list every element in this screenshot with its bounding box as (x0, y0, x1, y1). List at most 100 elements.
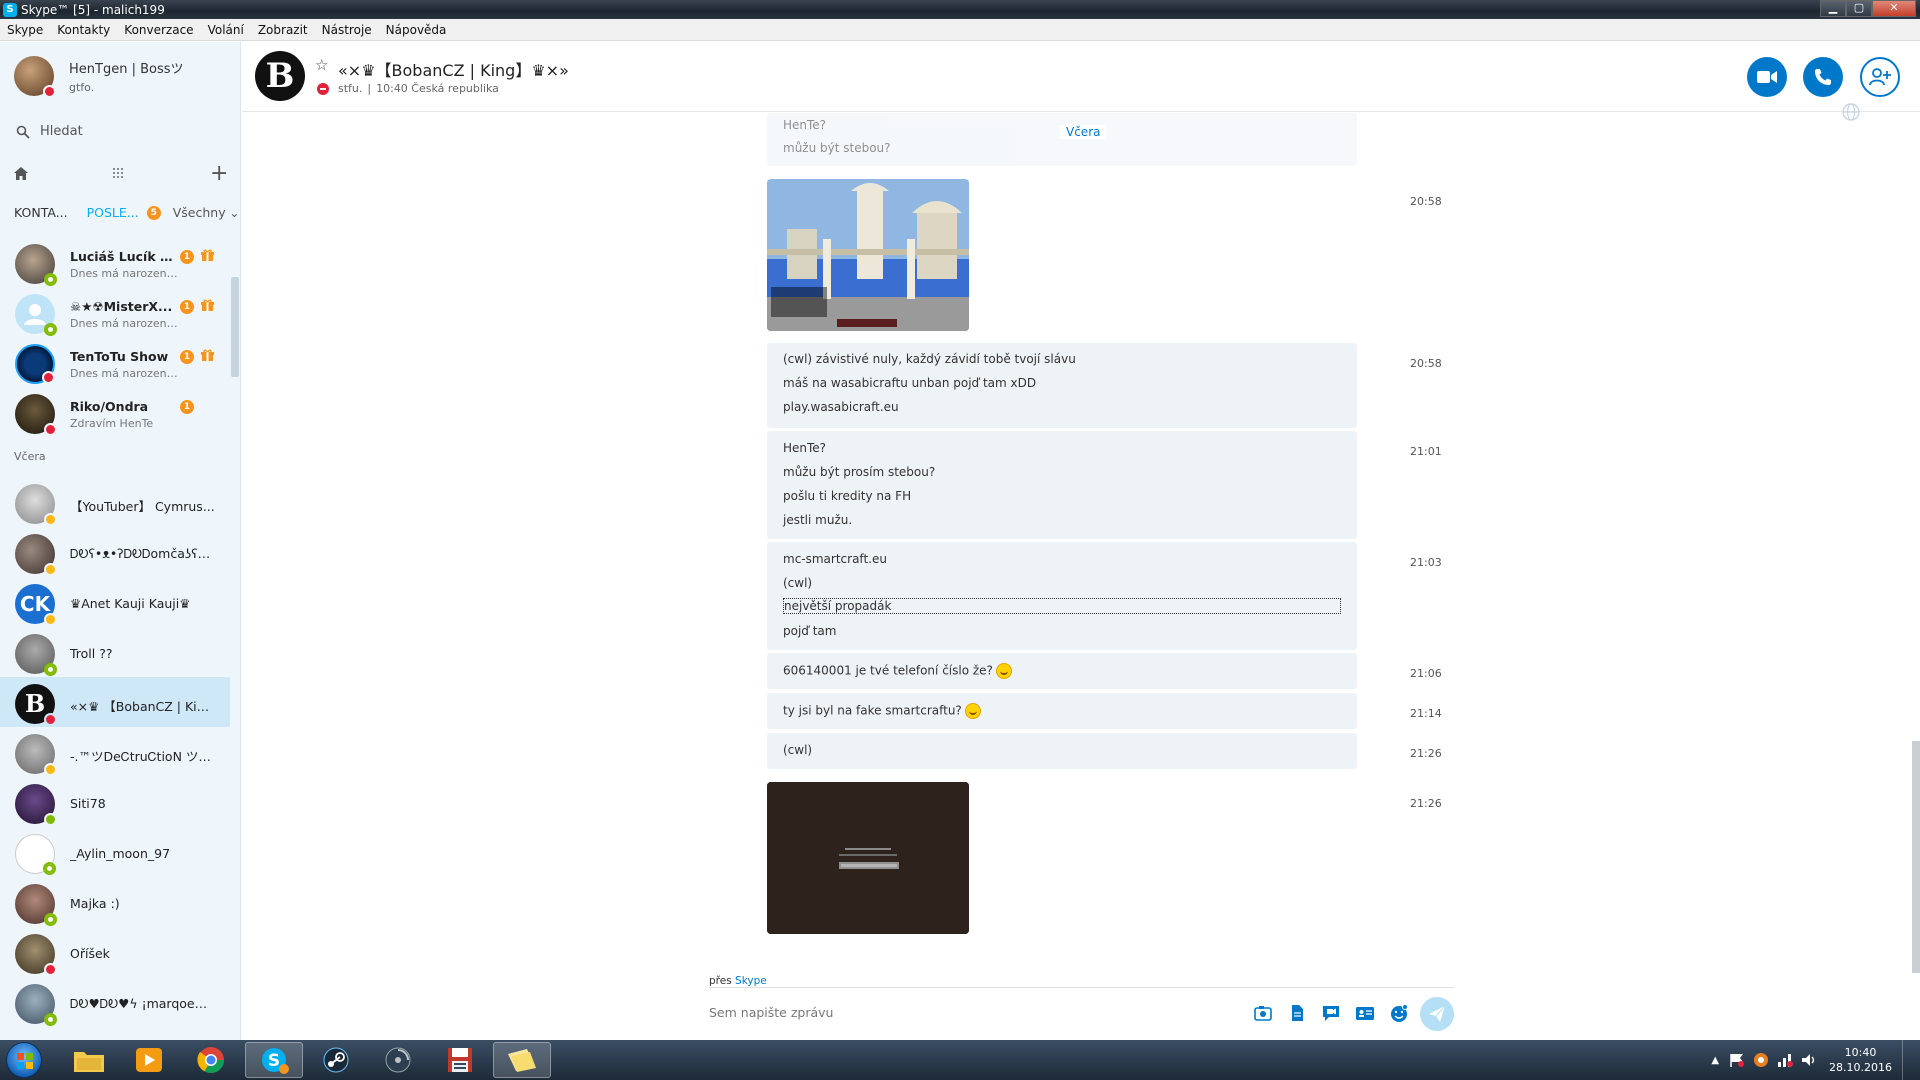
action-center-flag-icon[interactable] (1729, 1053, 1745, 1067)
contact-item[interactable]: Majka :) (0, 877, 230, 927)
search-box[interactable]: Hledat (16, 124, 83, 139)
chat-scrollbar[interactable] (1912, 741, 1920, 973)
message-bubble[interactable]: (cwl) (767, 733, 1357, 769)
skype-link[interactable]: Skype (735, 975, 767, 987)
contact-item[interactable]: TenToTu Show Dnes má narozeni... 1 (0, 337, 230, 387)
image-attachment[interactable] (767, 179, 969, 331)
contact-item[interactable]: Luciáš Lucík D... Dnes má narozeni... 1 (0, 237, 230, 287)
dialpad-icon[interactable] (112, 167, 124, 179)
send-file-icon[interactable] (1287, 1003, 1307, 1023)
contact-item[interactable]: Troll ?? (0, 627, 230, 677)
unread-badge: 1 (180, 300, 194, 314)
filter-dropdown[interactable]: Všechny (173, 205, 240, 220)
taskbar-skype[interactable]: S (245, 1042, 303, 1078)
add-contact-plus-icon[interactable]: + (210, 161, 228, 186)
contact-item[interactable]: -.™ツDeᏟtruᏟtioꓠ ツ℗ᵘᶜᵏ... (0, 727, 230, 777)
contact-mood: stfu. (338, 82, 363, 95)
volume-tray-icon[interactable] (1801, 1052, 1817, 1068)
composer-divider (709, 987, 1454, 988)
message-line: (cwl) závistivé nuly, každý závidí tobě … (783, 352, 1076, 366)
video-call-button[interactable] (1747, 57, 1787, 97)
status-icon (44, 273, 57, 286)
contact-header-avatar[interactable]: B (255, 51, 305, 101)
message-bubble[interactable]: mc-smartcraft.eu (cwl) největší propadák… (767, 542, 1357, 650)
send-photo-icon[interactable] (1253, 1003, 1273, 1023)
contact-header-status: stfu. | 10:40 Česká republika (317, 82, 499, 95)
maximize-button[interactable]: ▢ (1846, 0, 1872, 17)
contact-item[interactable]: ☠★☢MisterX... Dnes má narozeni... 1 (0, 287, 230, 337)
taskbar-steam[interactable] (307, 1042, 365, 1078)
my-display-name: HenTgen | Bossツ (69, 62, 184, 77)
taskbar-media-player[interactable] (120, 1042, 178, 1078)
message-bubble[interactable]: HenTe? můžu být prosím stebou? pošlu ti … (767, 431, 1357, 539)
add-people-button[interactable] (1860, 57, 1900, 97)
message-timestamp: 21:26 (1410, 797, 1442, 810)
show-hidden-icons-icon[interactable]: ▲ (1711, 1055, 1719, 1066)
menu-skype[interactable]: Skype (0, 23, 50, 37)
contact-item[interactable]: 【YouTuber】 Cymrus... (0, 477, 230, 527)
taskbar-app-notes[interactable] (493, 1042, 551, 1078)
message-input[interactable]: Sem napište zprávu (709, 1005, 833, 1020)
contact-avatar (15, 534, 57, 576)
contact-item[interactable]: ᎠᎧ♥ᎠᎧ♥ϟ ¡marqoeϟ♥... (0, 977, 230, 1027)
status-icon (44, 763, 57, 776)
contact-avatar (15, 734, 57, 776)
message-bubble[interactable]: (cwl) závistivé nuly, každý závidí tobě … (767, 343, 1357, 428)
favorite-star-icon[interactable]: ☆ (315, 56, 328, 74)
contact-item[interactable]: Siti78 (0, 777, 230, 827)
menu-conversations[interactable]: Konverzace (117, 23, 200, 37)
menu-help[interactable]: Nápověda (379, 23, 454, 37)
contact-item[interactable]: Riko/Ondra Zdravím HenTe 1 (0, 387, 230, 437)
start-button[interactable] (6, 1042, 42, 1078)
contact-item[interactable]: Oříšek (0, 927, 230, 977)
contact-header-name[interactable]: «×♛【BobanCZ | King】♛×» (338, 57, 569, 81)
contact-item-selected[interactable]: B «×♛ 【BobanCZ | Kin... (0, 677, 230, 727)
message-line: (cwl) (783, 576, 813, 590)
day-divider: Včera (1060, 125, 1107, 139)
message-line: ty jsi byl na fake smartcraftu? (783, 703, 981, 719)
message-bubble[interactable]: 606140001 je tvé telefoní číslo že? (767, 653, 1357, 689)
contact-name: Troll ?? (70, 646, 113, 661)
antivirus-tray-icon[interactable] (1753, 1052, 1769, 1068)
audio-call-button[interactable] (1803, 57, 1843, 97)
video-message-icon[interactable] (1321, 1003, 1341, 1023)
taskbar-app-disc[interactable] (369, 1042, 427, 1078)
my-profile[interactable]: HenTgen | Bossツ gtfo. (14, 56, 184, 98)
my-mood-message: gtfo. (69, 81, 95, 94)
message-bubble-partial[interactable]: HenTe? můžu být stebou? (767, 113, 1357, 166)
menu-tools[interactable]: Nástroje (315, 23, 379, 37)
steam-icon (323, 1047, 349, 1073)
close-button[interactable]: ✕ (1872, 0, 1916, 17)
taskbar-explorer[interactable] (60, 1042, 118, 1078)
unread-badge: 1 (180, 400, 194, 414)
contact-avatar (15, 884, 57, 926)
tab-recent[interactable]: POSLE... (87, 205, 139, 220)
taskbar-chrome[interactable] (182, 1042, 240, 1078)
menu-view[interactable]: Zobrazit (251, 23, 315, 37)
sidebar-scrollbar[interactable] (231, 277, 239, 377)
chrome-icon (197, 1047, 225, 1074)
taskbar-app-save[interactable] (431, 1042, 489, 1078)
send-button[interactable] (1420, 997, 1454, 1031)
contact-list: Luciáš Lucík D... Dnes má narozeni... 1 … (0, 237, 230, 1027)
home-icon[interactable] (14, 167, 28, 180)
show-desktop-button[interactable] (1902, 1040, 1912, 1080)
emoticon-picker-icon[interactable] (1389, 1003, 1409, 1023)
contact-item[interactable]: _Aylin_moon_97 (0, 827, 230, 877)
contact-tabs: KONTA... POSLE... 5 Všechny (14, 205, 239, 220)
send-arrow-icon (1429, 1005, 1446, 1022)
contact-item[interactable]: CK ♛Anet Kauji Kauji♛ (0, 577, 230, 627)
send-contact-icon[interactable] (1355, 1003, 1375, 1023)
system-clock[interactable]: 10:40 28.10.2016 (1829, 1045, 1892, 1075)
contact-name: _Aylin_moon_97 (70, 846, 171, 861)
image-attachment[interactable] (767, 782, 969, 934)
tab-contacts[interactable]: KONTA... (14, 205, 68, 220)
menu-contacts[interactable]: Kontakty (50, 23, 117, 37)
message-bubble[interactable]: ty jsi byl na fake smartcraftu? (767, 693, 1357, 729)
menu-calls[interactable]: Volání (201, 23, 251, 37)
minimize-button[interactable]: ▁ (1820, 0, 1846, 17)
phone-icon (1815, 69, 1831, 85)
contact-item[interactable]: ᎠᎧʕ•ᴥ•ʔᎠᎧᎠomčaʖʕ•ᴥ•... (0, 527, 230, 577)
network-tray-icon[interactable] (1777, 1052, 1794, 1068)
skype-icon: S (262, 1048, 289, 1074)
